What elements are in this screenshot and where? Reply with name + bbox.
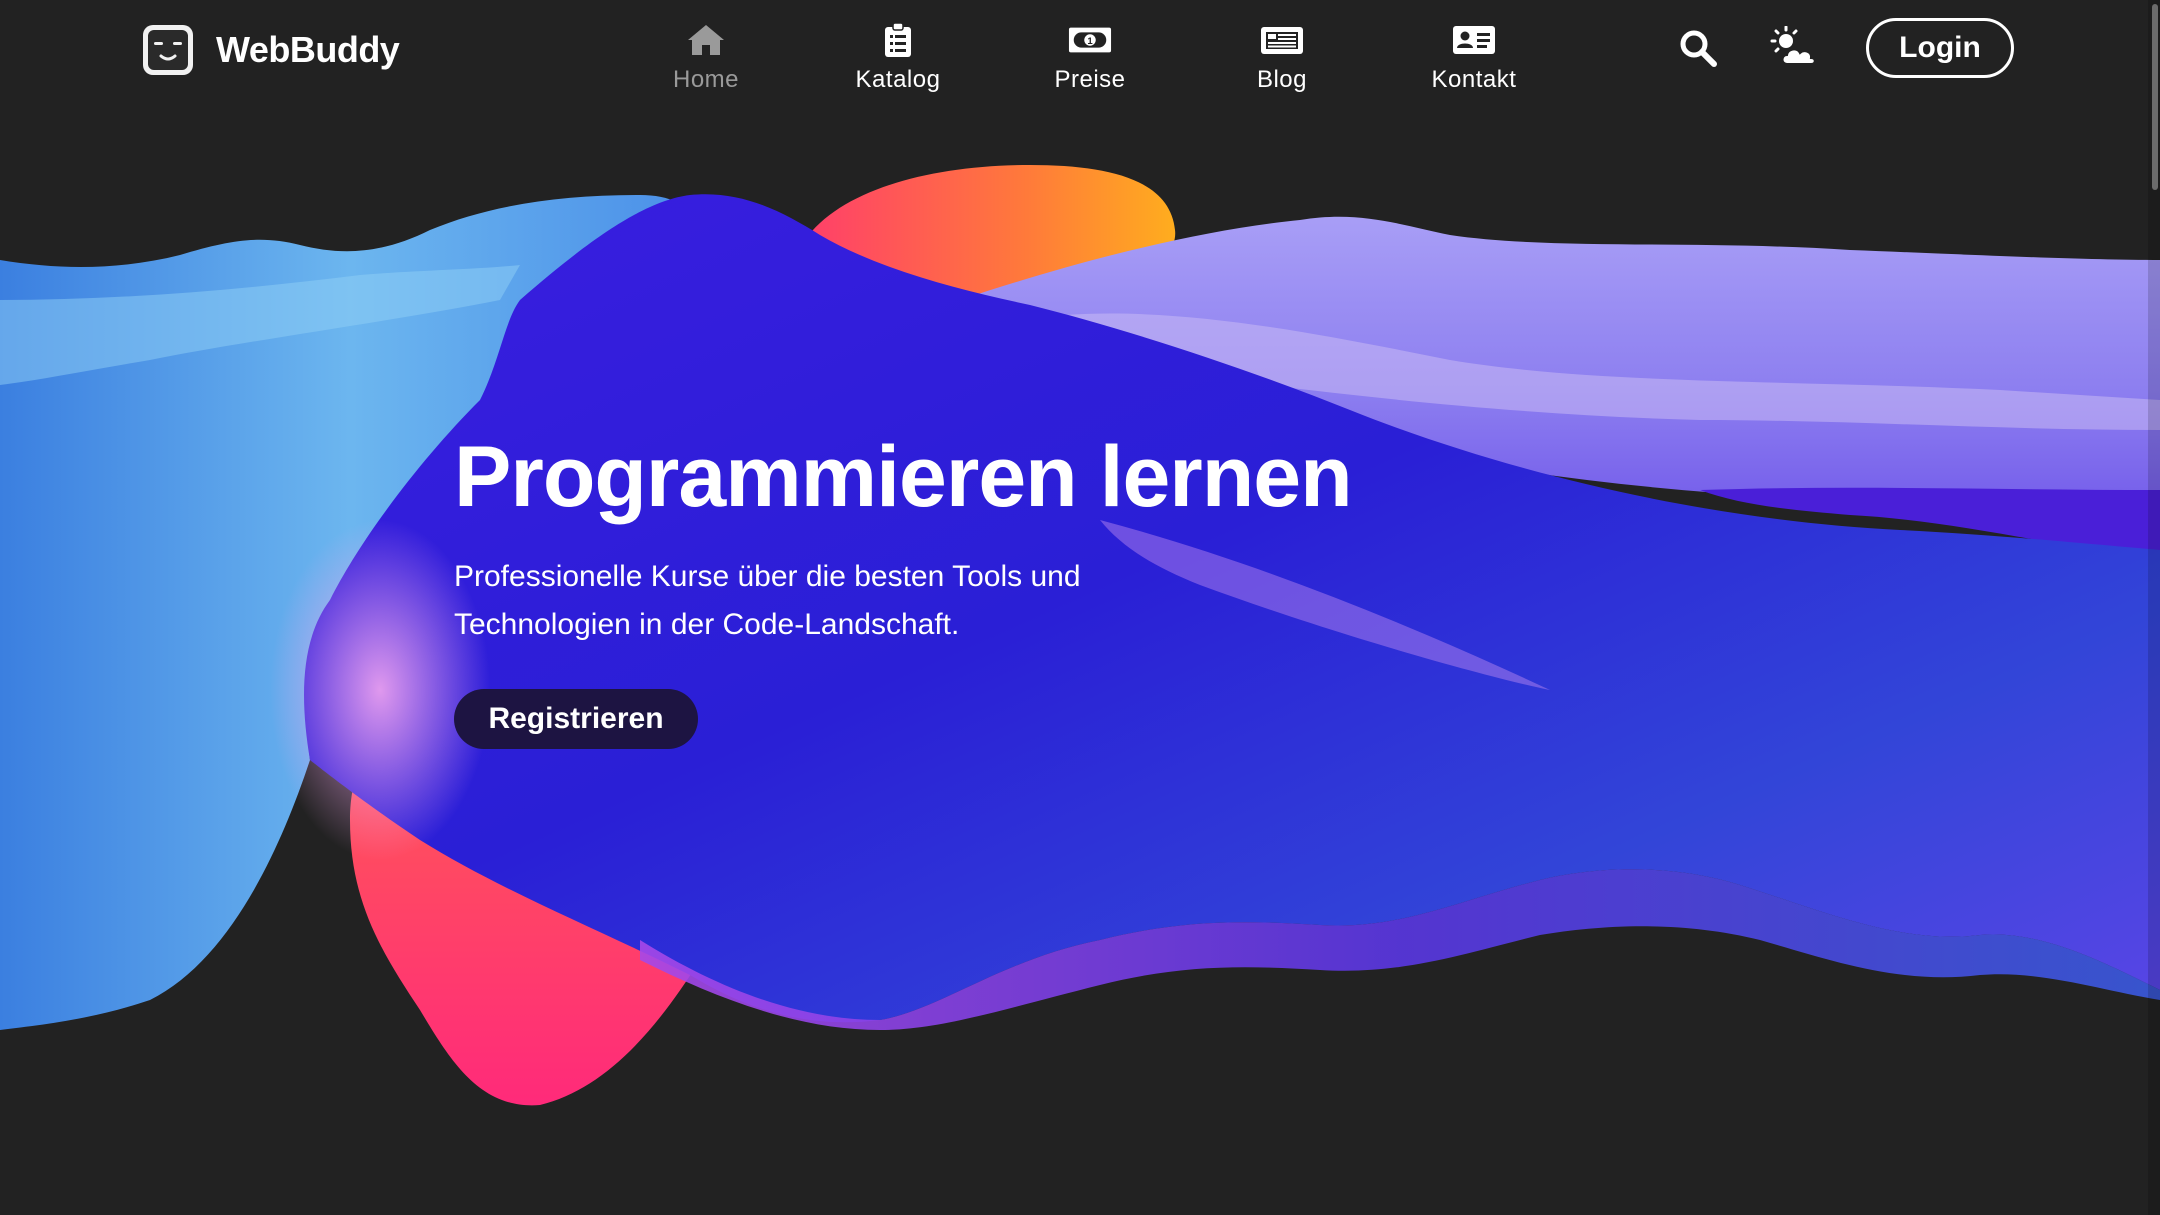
page-scrollbar[interactable] — [2148, 0, 2160, 1215]
nav-item-label: Blog — [1256, 66, 1308, 93]
search-button[interactable] — [1670, 20, 1726, 76]
nav-item-katalog[interactable]: Katalog — [802, 20, 994, 100]
landing-page: WebBuddy Home Katalog 1 Preise Blog Kont… — [0, 0, 2160, 1215]
brand-link[interactable]: WebBuddy — [140, 22, 400, 78]
hero-title: Programmieren lernen — [454, 429, 1353, 525]
register-button[interactable]: Registrieren — [454, 688, 698, 749]
robot-face-icon — [143, 25, 193, 75]
home-icon — [684, 20, 728, 60]
brand-name: WebBuddy — [216, 29, 400, 70]
hero-section: Programmieren lernen Professionelle Kurs… — [454, 430, 1454, 749]
main-nav: Home Katalog 1 Preise Blog Kontakt — [610, 20, 1570, 100]
scrollbar-thumb[interactable] — [2152, 4, 2158, 190]
sun-cloud-icon — [1770, 26, 1816, 65]
clipboard-list-icon — [876, 20, 920, 60]
top-navbar: WebBuddy Home Katalog 1 Preise Blog Kont… — [0, 0, 2160, 110]
nav-item-label: Katalog — [855, 66, 941, 93]
login-button[interactable]: Login — [1866, 18, 2014, 78]
search-icon — [1680, 30, 1717, 67]
theme-toggle-button[interactable] — [1765, 20, 1821, 76]
nav-item-blog[interactable]: Blog — [1186, 20, 1378, 100]
nav-item-preise[interactable]: 1 Preise — [994, 20, 1186, 100]
svg-text:1: 1 — [1087, 36, 1093, 47]
nav-item-kontakt[interactable]: Kontakt — [1378, 20, 1570, 100]
nav-item-label: Kontakt — [1431, 66, 1517, 93]
nav-item-label: Home — [672, 66, 740, 93]
nav-item-home[interactable]: Home — [610, 20, 802, 100]
hero-subtitle: Professionelle Kurse über die besten Too… — [454, 559, 1081, 641]
address-card-icon — [1452, 20, 1496, 60]
money-bill-icon: 1 — [1068, 20, 1112, 60]
newspaper-icon — [1260, 20, 1304, 60]
nav-item-label: Preise — [1054, 66, 1126, 93]
